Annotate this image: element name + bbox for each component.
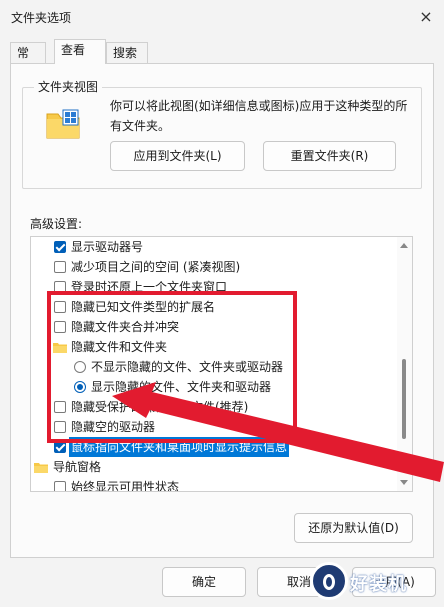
checkbox[interactable] xyxy=(54,261,66,273)
group-hidden-files: 隐藏文件和文件夹 xyxy=(31,337,395,357)
checkbox[interactable] xyxy=(54,301,66,313)
setting-label: 显示隐藏的文件、文件夹和驱动器 xyxy=(91,380,272,394)
title-bar: 文件夹选项 × xyxy=(0,0,444,34)
tab-view[interactable]: 查看 xyxy=(54,39,106,64)
advanced-settings-tree: 显示驱动器号 减少项目之间的空间 (紧凑视图) 登录时还原上一个文件夹窗口 隐藏… xyxy=(30,236,413,492)
checkbox[interactable] xyxy=(54,481,66,491)
ok-button[interactable]: 确定 xyxy=(162,567,246,597)
folder-icon xyxy=(34,463,48,473)
folder-icon xyxy=(53,343,67,353)
setting-show-hidden[interactable]: 显示隐藏的文件、文件夹和驱动器 xyxy=(31,377,395,397)
reset-folders-button[interactable]: 重置文件夹(R) xyxy=(263,141,396,171)
checkbox[interactable] xyxy=(54,241,66,253)
apply-button[interactable]: 应用(A) xyxy=(352,567,436,597)
advanced-settings-label: 高级设置: xyxy=(30,217,83,231)
setting-label: 隐藏文件夹合并冲突 xyxy=(71,320,180,334)
setting-hide-extensions[interactable]: 隐藏已知文件类型的扩展名 xyxy=(31,297,395,317)
folder-view-icon xyxy=(46,109,80,139)
checkbox[interactable] xyxy=(54,441,66,453)
setting-label: 不显示隐藏的文件、文件夹或驱动器 xyxy=(91,360,284,374)
setting-label: 显示驱动器号 xyxy=(71,240,144,254)
checkbox[interactable] xyxy=(54,421,66,433)
window-title: 文件夹选项 xyxy=(11,11,72,25)
setting-label: 减少项目之间的空间 (紧凑视图) xyxy=(71,260,241,274)
radio-button[interactable] xyxy=(74,361,86,373)
setting-hide-merge-conflicts[interactable]: 隐藏文件夹合并冲突 xyxy=(31,317,395,337)
folder-views-description: 你可以将此视图(如详细信息或图标)应用于这种类型的所有文件夹。 xyxy=(110,99,408,133)
cancel-button[interactable]: 取消 xyxy=(257,567,341,597)
setting-label: 鼠标指向文件夹和桌面项时显示提示信息 xyxy=(69,437,290,457)
setting-label: 登录时还原上一个文件夹窗口 xyxy=(71,280,228,294)
group-label: 导航窗格 xyxy=(53,460,102,474)
radio-button[interactable] xyxy=(74,381,86,393)
scrollbar[interactable] xyxy=(397,237,412,491)
group-label: 隐藏文件和文件夹 xyxy=(71,340,168,354)
group-navigation-pane: 导航窗格 xyxy=(31,457,395,477)
checkbox[interactable] xyxy=(54,401,66,413)
restore-defaults-button[interactable]: 还原为默认值(D) xyxy=(294,513,413,543)
scroll-thumb[interactable] xyxy=(402,359,406,439)
apply-to-folders-button[interactable]: 应用到文件夹(L) xyxy=(110,141,245,171)
close-button[interactable]: × xyxy=(414,6,438,28)
setting-hide-protected-os-files[interactable]: 隐藏受保护的操作系统文件(推荐) xyxy=(31,397,395,417)
setting-show-drive-letters[interactable]: 显示驱动器号 xyxy=(31,237,395,257)
setting-hide-empty-drives[interactable]: 隐藏空的驱动器 xyxy=(31,417,395,437)
setting-label: 隐藏受保护的操作系统文件(推荐) xyxy=(71,400,249,414)
setting-restore-windows[interactable]: 登录时还原上一个文件夹窗口 xyxy=(31,277,395,297)
scroll-down-arrow-icon[interactable] xyxy=(400,480,408,485)
tab-general[interactable]: 常规 xyxy=(10,42,46,80)
setting-label: 始终显示可用性状态 xyxy=(71,480,180,492)
tab-search[interactable]: 搜索 xyxy=(106,42,148,63)
setting-compact-view[interactable]: 减少项目之间的空间 (紧凑视图) xyxy=(31,257,395,277)
setting-label: 隐藏已知文件类型的扩展名 xyxy=(71,300,216,314)
checkbox[interactable] xyxy=(54,321,66,333)
folder-views-label: 文件夹视图 xyxy=(34,78,103,95)
setting-dont-show-hidden[interactable]: 不显示隐藏的文件、文件夹或驱动器 xyxy=(31,357,395,377)
setting-show-availability[interactable]: 始终显示可用性状态 xyxy=(31,477,395,492)
checkbox[interactable] xyxy=(54,281,66,293)
scroll-up-arrow-icon[interactable] xyxy=(400,243,408,248)
setting-show-tooltips[interactable]: 鼠标指向文件夹和桌面项时显示提示信息 xyxy=(31,437,395,457)
setting-label: 隐藏空的驱动器 xyxy=(71,420,156,434)
